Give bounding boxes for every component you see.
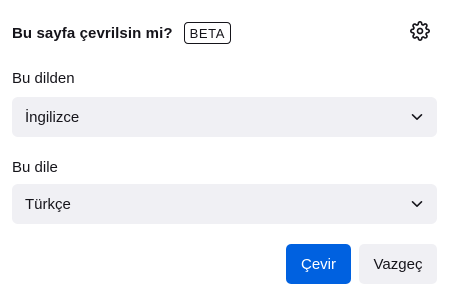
- beta-badge: BETA: [183, 22, 231, 44]
- panel-header: Bu sayfa çevrilsin mi? BETA: [12, 20, 435, 46]
- to-language-label: Bu dile: [12, 159, 58, 176]
- from-language-value: İngilizce: [25, 108, 80, 126]
- to-language-select[interactable]: Türkçe: [12, 184, 437, 224]
- chevron-down-icon: [411, 198, 423, 210]
- translation-panel: Bu sayfa çevrilsin mi? BETA Bu dilden İn…: [0, 0, 455, 295]
- chevron-down-icon: [411, 111, 423, 123]
- settings-button[interactable]: [409, 20, 431, 46]
- from-language-select[interactable]: İngilizce: [12, 97, 437, 137]
- panel-title: Bu sayfa çevrilsin mi?: [12, 24, 173, 42]
- from-language-label: Bu dilden: [12, 70, 75, 87]
- translate-button[interactable]: Çevir: [286, 244, 351, 284]
- to-language-value: Türkçe: [25, 195, 71, 213]
- gear-icon: [410, 20, 430, 46]
- cancel-button[interactable]: Vazgeç: [359, 244, 437, 284]
